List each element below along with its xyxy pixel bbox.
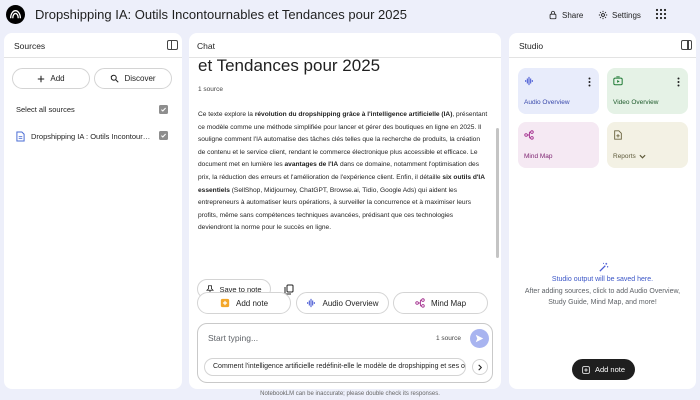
sources-panel: Sources Add Discover Select all sources … (4, 33, 182, 389)
discover-sources-button[interactable]: Discover (94, 68, 172, 89)
source-count: 1 source (198, 86, 223, 93)
document-icon (16, 131, 25, 141)
collapse-sources-icon[interactable] (167, 40, 178, 50)
plus-icon (38, 75, 45, 82)
source-name: Dropshipping IA : Outils Incontournab... (31, 131, 153, 141)
video-icon (613, 76, 623, 86)
note-add-icon (220, 298, 230, 308)
source-checkbox[interactable] (159, 131, 168, 140)
chat-panel: Chat et Tendances pour 2025 1 source Ce … (189, 33, 501, 389)
note-add-icon (582, 365, 590, 374)
add-source-button[interactable]: Add (12, 68, 90, 89)
notebooklm-logo-icon[interactable] (6, 5, 25, 24)
source-item[interactable]: Dropshipping IA : Outils Incontournab... (16, 129, 176, 143)
magic-wand-icon (599, 262, 609, 272)
chat-scrollbar[interactable] (496, 128, 499, 258)
collapse-studio-icon[interactable] (681, 40, 692, 50)
add-note-chip[interactable]: Add note (197, 292, 291, 314)
mind-map-icon (415, 298, 425, 308)
apps-grid-icon[interactable] (655, 8, 667, 20)
notebook-title[interactable]: Dropshipping IA: Outils Incontournables … (35, 7, 407, 22)
add-source-label: Add (50, 74, 65, 83)
add-note-chip-label: Add note (235, 298, 269, 308)
chat-scroll-area[interactable]: et Tendances pour 2025 1 source Ce texte… (189, 58, 501, 318)
audio-overview-tile-label: Audio Overview (524, 99, 570, 106)
mind-map-chip-label: Mind Map (430, 298, 467, 308)
check-icon (161, 133, 166, 138)
mind-map-icon (524, 130, 534, 140)
more-options-icon[interactable] (677, 77, 680, 87)
select-all-label: Select all sources (16, 105, 75, 114)
suggested-question[interactable]: Comment l'intelligence artificielle redé… (204, 358, 466, 376)
video-overview-tile-label: Video Overview (613, 99, 659, 106)
notebook-summary: Ce texte explore la révolution du dropsh… (198, 111, 488, 232)
mind-map-tile-label: Mind Map (524, 153, 553, 160)
chevron-right-icon (478, 364, 483, 370)
gear-icon (598, 10, 608, 20)
divider (4, 57, 182, 58)
select-all-checkbox[interactable] (159, 105, 168, 114)
mind-map-tile[interactable]: Mind Map (518, 122, 599, 168)
audio-overview-chip-label: Audio Overview (322, 298, 379, 308)
more-options-icon[interactable] (588, 77, 591, 87)
mind-map-chip[interactable]: Mind Map (393, 292, 488, 314)
reports-tile-label: Reports (613, 153, 646, 160)
audio-overview-chip[interactable]: Audio Overview (296, 292, 389, 314)
check-icon (161, 107, 166, 112)
share-label: Share (562, 10, 584, 20)
lock-icon (549, 10, 557, 20)
chat-input[interactable] (208, 333, 418, 343)
disclaimer-footer: NotebookLM can be inaccurate; please dou… (260, 391, 440, 397)
divider (509, 57, 696, 58)
discover-label: Discover (124, 74, 156, 83)
studio-panel: Studio Audio Overview Video Overview Min… (509, 33, 696, 389)
notebook-heading: et Tendances pour 2025 (198, 58, 381, 75)
reports-icon (614, 130, 622, 140)
studio-empty-title: Studio output will be saved here. (551, 276, 654, 283)
studio-add-note-button[interactable]: Add note (572, 359, 635, 380)
settings-label: Settings (612, 10, 641, 20)
send-arrow-icon (475, 334, 484, 343)
audio-overview-tile[interactable]: Audio Overview (518, 68, 599, 114)
discover-search-icon (111, 74, 120, 83)
studio-title: Studio (519, 41, 544, 51)
chat-composer: 1 source Comment l'intelligence artifici… (197, 323, 493, 383)
composer-source-count: 1 source (436, 335, 461, 342)
app-header: Dropshipping IA: Outils Incontournables … (0, 0, 700, 30)
audio-waveform-icon (525, 76, 533, 86)
settings-button[interactable]: Settings (598, 5, 641, 25)
audio-waveform-icon (307, 298, 316, 308)
sources-title: Sources (14, 41, 46, 51)
studio-add-note-label: Add note (594, 365, 626, 374)
studio-empty-description: After adding sources, click to add Audio… (524, 288, 681, 306)
chat-title: Chat (197, 41, 215, 51)
reports-tile[interactable]: Reports (607, 122, 688, 168)
share-button[interactable]: Share (548, 5, 583, 25)
send-button[interactable] (470, 329, 489, 348)
next-suggestion-button[interactable] (472, 359, 488, 375)
video-overview-tile[interactable]: Video Overview (607, 68, 688, 114)
chevron-down-icon (639, 154, 646, 159)
